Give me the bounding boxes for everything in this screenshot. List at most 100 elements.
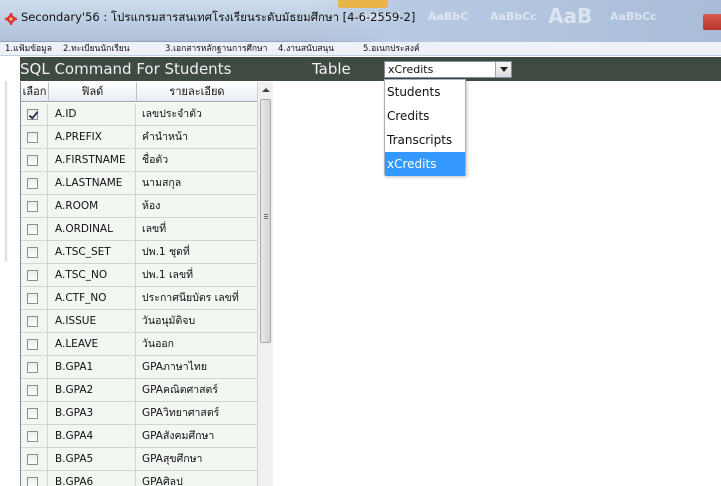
- description-cell: GPAศิลป: [142, 476, 183, 486]
- page-title: SQL Command For Students: [20, 60, 232, 78]
- row-checkbox[interactable]: [27, 293, 38, 304]
- field-cell: B.GPA5: [49, 448, 136, 470]
- select-cell: [21, 195, 48, 217]
- field-cell: A.TSC_NO: [49, 264, 136, 286]
- row-checkbox[interactable]: [27, 454, 38, 465]
- select-cell: [21, 264, 48, 286]
- vertical-scrollbar[interactable]: [257, 82, 273, 486]
- description-cell: GPAคณิตศาสตร์: [142, 384, 218, 396]
- select-cell: [21, 310, 48, 332]
- field-cell: A.FIRSTNAME: [49, 149, 136, 171]
- table-row[interactable]: A.ORDINAL เลขที่: [21, 218, 257, 241]
- dropdown-button[interactable]: [495, 62, 511, 77]
- table-row[interactable]: B.GPA5 GPAสุขศึกษา: [21, 448, 257, 471]
- row-checkbox[interactable]: [27, 201, 38, 212]
- table-row[interactable]: A.ID เลขประจำตัว: [21, 103, 257, 126]
- window-title: Secondary'56 : โปรแกรมสารสนเทศโรงเรียนระ…: [21, 10, 416, 24]
- row-checkbox[interactable]: [27, 109, 38, 120]
- select-cell: [21, 333, 48, 355]
- row-checkbox[interactable]: [27, 224, 38, 235]
- dropdown-option-students[interactable]: Students: [385, 80, 465, 104]
- description-cell: คำนำหน้า: [142, 131, 188, 143]
- description-cell: GPAภาษาไทย: [142, 361, 207, 373]
- row-checkbox[interactable]: [27, 408, 38, 419]
- menu-item-misc[interactable]: 5.อเนกประสงค์: [363, 42, 420, 56]
- table-row[interactable]: A.LEAVE วันออก: [21, 333, 257, 356]
- ribbon-style-preview: AaBbCc: [490, 10, 537, 23]
- table-select-value: xCredits: [388, 63, 434, 76]
- menu-item-support[interactable]: 4.งานสนับสนุน: [278, 42, 334, 56]
- ribbon-style-preview: AaBbCc: [610, 10, 657, 23]
- table-row[interactable]: B.GPA6 GPAศิลป: [21, 471, 257, 486]
- field-cell: A.ORDINAL: [49, 218, 136, 240]
- row-checkbox[interactable]: [27, 270, 38, 281]
- row-checkbox[interactable]: [27, 247, 38, 258]
- field-cell: A.ROOM: [49, 195, 136, 217]
- left-edge: [0, 57, 20, 486]
- row-checkbox[interactable]: [27, 477, 38, 486]
- field-cell: A.ISSUE: [49, 310, 136, 332]
- field-cell: A.TSC_SET: [49, 241, 136, 263]
- table-row[interactable]: A.TSC_NO ปพ.1 เลขที่: [21, 264, 257, 287]
- table-row[interactable]: B.GPA2 GPAคณิตศาสตร์: [21, 379, 257, 402]
- select-cell: [21, 356, 48, 378]
- table-row[interactable]: A.CTF_NO ประกาศนียบัตร เลขที่: [21, 287, 257, 310]
- edge-shadow: [5, 81, 8, 261]
- table-select[interactable]: xCredits: [384, 61, 512, 78]
- column-header-field[interactable]: ฟิลด์: [49, 82, 137, 102]
- row-checkbox[interactable]: [27, 431, 38, 442]
- header-strip: SQL Command For Students Table: [0, 57, 721, 81]
- menu-item-registration[interactable]: 2.ทะเบียนนักเรียน: [63, 42, 130, 56]
- select-cell: [21, 218, 48, 240]
- scroll-up-icon[interactable]: [262, 88, 270, 92]
- app-window: AaBbC AaBbC AaBbCc AaB AaBbCc Secondary'…: [0, 0, 721, 486]
- table-row[interactable]: B.GPA4 GPAสังคมศึกษา: [21, 425, 257, 448]
- field-cell: B.GPA1: [49, 356, 136, 378]
- table-row[interactable]: A.ISSUE วันอนุมัติจบ: [21, 310, 257, 333]
- row-checkbox[interactable]: [27, 132, 38, 143]
- field-cell: A.LASTNAME: [49, 172, 136, 194]
- field-cell: B.GPA4: [49, 425, 136, 447]
- column-header-description[interactable]: รายละเอียด: [137, 82, 257, 102]
- select-cell: [21, 126, 48, 148]
- ribbon-style-preview: AaBbC: [428, 10, 469, 23]
- select-cell: [21, 448, 48, 470]
- scroll-thumb[interactable]: [260, 99, 271, 343]
- table-row[interactable]: A.TSC_SET ปพ.1 ชุดที่: [21, 241, 257, 264]
- field-cell: A.LEAVE: [49, 333, 136, 355]
- table-row[interactable]: B.GPA3 GPAวิทยาศาสตร์: [21, 402, 257, 425]
- row-checkbox[interactable]: [27, 339, 38, 350]
- field-cell: A.CTF_NO: [49, 287, 136, 309]
- select-cell: [21, 379, 48, 401]
- table-label: Table: [312, 60, 351, 78]
- select-cell: [21, 425, 48, 447]
- fields-grid: เลือก ฟิลด์ รายละเอียด A.ID เลขประจำตัว A.…: [20, 82, 275, 486]
- table-row[interactable]: B.GPA1 GPAภาษาไทย: [21, 356, 257, 379]
- dropdown-option-xcredits[interactable]: xCredits: [385, 152, 465, 176]
- field-cell: A.ID: [49, 103, 136, 125]
- description-cell: ปพ.1 ชุดที่: [142, 246, 190, 258]
- dropdown-option-transcripts[interactable]: Transcripts: [385, 128, 465, 152]
- table-row[interactable]: A.PREFIX คำนำหน้า: [21, 126, 257, 149]
- row-checkbox[interactable]: [27, 385, 38, 396]
- select-cell: [21, 241, 48, 263]
- row-checkbox[interactable]: [27, 178, 38, 189]
- row-checkbox[interactable]: [27, 155, 38, 166]
- description-cell: GPAวิทยาศาสตร์: [142, 407, 220, 419]
- app-icon: [5, 13, 17, 25]
- menu-item-documents[interactable]: 3.เอกสารหลักฐานการศึกษา: [165, 42, 267, 56]
- close-icon[interactable]: [703, 14, 721, 30]
- table-row[interactable]: A.LASTNAME นามสกุล: [21, 172, 257, 195]
- column-header-select[interactable]: เลือก: [21, 82, 49, 102]
- row-checkbox[interactable]: [27, 362, 38, 373]
- menu-item-file[interactable]: 1.แฟ้มข้อมูล: [5, 42, 52, 56]
- dropdown-option-credits[interactable]: Credits: [385, 104, 465, 128]
- grid-header: เลือก ฟิลด์ รายละเอียด: [21, 82, 257, 102]
- ribbon-style-preview: AaB: [548, 4, 593, 28]
- table-row[interactable]: A.ROOM ห้อง: [21, 195, 257, 218]
- field-cell: B.GPA2: [49, 379, 136, 401]
- row-checkbox[interactable]: [27, 316, 38, 327]
- table-row[interactable]: A.FIRSTNAME ชื่อตัว: [21, 149, 257, 172]
- description-cell: ปพ.1 เลขที่: [142, 269, 194, 281]
- description-cell: วันออก: [142, 338, 175, 350]
